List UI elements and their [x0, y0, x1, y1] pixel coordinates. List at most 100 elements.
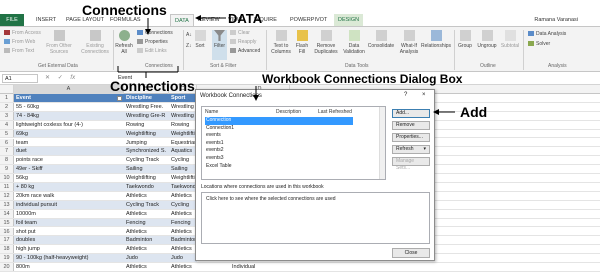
- reapply-button[interactable]: Reapply: [230, 39, 256, 45]
- cell-sport[interactable]: Athletics: [169, 228, 197, 236]
- cell-event[interactable]: 56kg: [14, 174, 124, 182]
- cell-discipline[interactable]: Athletics: [124, 228, 169, 236]
- cancel-icon[interactable]: ✕: [45, 75, 50, 81]
- cell-discipline[interactable]: Synchronized S.: [124, 147, 169, 156]
- cell-sport[interactable]: Athletics: [169, 245, 197, 253]
- properties-button[interactable]: Properties...: [392, 133, 430, 142]
- add-button[interactable]: Add...: [392, 109, 430, 118]
- tab-data[interactable]: DATA: [170, 14, 194, 26]
- cell-discipline[interactable]: Badminton: [124, 236, 169, 245]
- cell-sport[interactable]: Weightlifting: [169, 174, 197, 182]
- cell-event[interactable]: 49er - Skiff: [14, 165, 124, 174]
- cell-discipline[interactable]: Athletics: [124, 263, 169, 271]
- connections-button[interactable]: Connections: [137, 30, 173, 36]
- scrollbar[interactable]: [379, 107, 385, 179]
- row-number[interactable]: 15: [0, 218, 14, 227]
- help-icon[interactable]: ?: [404, 92, 407, 98]
- cell-d[interactable]: Individual: [230, 263, 290, 271]
- row-number[interactable]: 9: [0, 165, 14, 174]
- sort-za-icon[interactable]: Z↓: [186, 43, 192, 49]
- row-number[interactable]: 7: [0, 147, 14, 156]
- cell-sport[interactable]: Cycling: [169, 200, 197, 209]
- user-name[interactable]: Ramana Varanasi: [534, 14, 578, 26]
- cell-event[interactable]: 20km race walk: [14, 192, 124, 200]
- row-number[interactable]: 5: [0, 129, 14, 138]
- cell-sport[interactable]: Athletics: [169, 210, 197, 218]
- close-button[interactable]: Close: [392, 248, 430, 258]
- row-number[interactable]: 4: [0, 120, 14, 129]
- cell-sport[interactable]: Wrestling: [169, 111, 197, 120]
- tab-review[interactable]: REVIEW: [198, 14, 220, 26]
- refresh-button[interactable]: Refresh ▾: [392, 145, 430, 154]
- cell-discipline[interactable]: Judo: [124, 254, 169, 263]
- edit-links-button[interactable]: Edit Links: [137, 48, 167, 54]
- text-to-columns-button[interactable]: Text to Columns: [269, 30, 293, 55]
- cell-event[interactable]: high jump: [14, 245, 124, 253]
- remove-duplicates-button[interactable]: Remove Duplicates: [313, 30, 339, 55]
- cell-event[interactable]: + 80 kg: [14, 183, 124, 191]
- connections-list[interactable]: Name Description Last Refreshed Connecti…: [201, 106, 386, 180]
- connection-list-item[interactable]: events: [205, 132, 375, 140]
- connection-list-item[interactable]: events2: [205, 147, 375, 155]
- from-access-button[interactable]: From Access: [4, 30, 41, 36]
- cell-sport[interactable]: Athletics: [169, 263, 197, 271]
- sort-button[interactable]: Sort: [193, 30, 207, 49]
- tab-file[interactable]: FILE: [0, 14, 24, 26]
- group-button[interactable]: Group: [456, 30, 474, 49]
- tab-design[interactable]: DESIGN: [334, 14, 364, 26]
- row-number[interactable]: 8: [0, 156, 14, 165]
- connection-list-item[interactable]: Connection1: [205, 125, 375, 133]
- row-number[interactable]: 1: [0, 94, 14, 102]
- cell-event[interactable]: individual pursuit: [14, 200, 124, 209]
- cell-discipline[interactable]: Athletics: [124, 210, 169, 218]
- cell-sport[interactable]: Badminton: [169, 236, 197, 245]
- row-number[interactable]: 16: [0, 227, 14, 236]
- connection-list-item[interactable]: events3: [205, 155, 375, 163]
- usage-hint[interactable]: Click here to see where the selected con…: [206, 196, 336, 202]
- cell-discipline[interactable]: Jumping: [124, 139, 169, 147]
- cell-event[interactable]: 55 - 60kg: [14, 103, 124, 111]
- cell-sport[interactable]: Judo: [169, 254, 197, 263]
- cell-sport[interactable]: Athletics: [169, 192, 197, 200]
- cell-event[interactable]: foil team: [14, 218, 124, 227]
- select-all-corner[interactable]: [0, 85, 14, 94]
- row-number[interactable]: 13: [0, 200, 14, 209]
- refresh-all-button[interactable]: Refresh All: [115, 30, 133, 55]
- cell-event[interactable]: 10000m: [14, 210, 124, 218]
- cell-discipline[interactable]: Cycling Track: [124, 200, 169, 209]
- cell-event[interactable]: points race: [14, 156, 124, 164]
- ungroup-button[interactable]: Ungroup: [476, 30, 498, 49]
- cell-discipline[interactable]: Taekwondo: [124, 183, 169, 191]
- cell-discipline[interactable]: Athletics: [124, 192, 169, 200]
- cell-sport[interactable]: Taekwondo: [169, 183, 197, 191]
- cell-discipline[interactable]: Sailing: [124, 165, 169, 174]
- filter-dropdown-icon[interactable]: [117, 96, 122, 101]
- row-number[interactable]: 6: [0, 138, 14, 147]
- data-validation-button[interactable]: Data Validation: [341, 30, 367, 55]
- cell-sport[interactable]: Aquatics: [169, 147, 197, 156]
- cell-discipline[interactable]: Rowing: [124, 121, 169, 129]
- row-number[interactable]: 11: [0, 183, 14, 191]
- connection-list-item[interactable]: Connection: [205, 117, 353, 125]
- cell-discipline[interactable]: Wrestling Gre-R: [124, 111, 169, 120]
- row-number[interactable]: 2: [0, 102, 14, 111]
- relationships-button[interactable]: Relationships: [420, 30, 452, 49]
- sort-az-icon[interactable]: A↓: [186, 32, 192, 38]
- tab-insert[interactable]: INSERT: [36, 14, 56, 26]
- cell-sport[interactable]: Sailing: [169, 165, 197, 174]
- row-number[interactable]: 17: [0, 236, 14, 245]
- flash-fill-button[interactable]: Flash Fill: [294, 30, 310, 55]
- cell-discipline[interactable]: Wrestling Free.: [124, 103, 169, 111]
- from-other-sources-button[interactable]: From Other Sources: [46, 30, 72, 55]
- manage-sets-button[interactable]: Manage Sets...: [392, 157, 430, 171]
- from-text-button[interactable]: From Text: [4, 48, 34, 54]
- connection-list-item[interactable]: events1: [205, 140, 375, 148]
- cell-event[interactable]: 90 - 100kg (half-heavyweight): [14, 254, 124, 263]
- row-number[interactable]: 3: [0, 111, 14, 120]
- column-header-a[interactable]: A: [14, 85, 124, 94]
- what-if-analysis-button[interactable]: What-If Analysis: [398, 30, 420, 55]
- cell-sport[interactable]: Cycling: [169, 156, 197, 164]
- data-analysis-button[interactable]: Data Analysis: [528, 31, 566, 37]
- from-web-button[interactable]: From Web: [4, 39, 35, 45]
- header-cell-sport[interactable]: Sport: [169, 94, 197, 102]
